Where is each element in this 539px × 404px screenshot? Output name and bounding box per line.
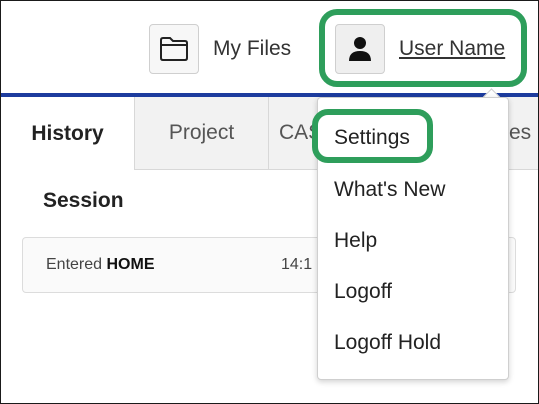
- menu-item-whats-new[interactable]: What's New: [334, 178, 445, 202]
- app-frame: My Files User Name History Project CAS e…: [0, 0, 539, 404]
- menu-item-logoff-hold[interactable]: Logoff Hold: [334, 331, 441, 355]
- my-files-button[interactable]: My Files: [149, 23, 291, 75]
- tab-history[interactable]: History: [1, 97, 135, 170]
- my-files-label: My Files: [213, 37, 292, 60]
- history-entry: Entered HOME: [46, 256, 155, 274]
- user-name-highlight: [319, 9, 527, 87]
- settings-highlight: [312, 109, 433, 163]
- entry-time: 14:1: [281, 256, 313, 273]
- entry-prefix: Entered: [46, 256, 103, 273]
- top-header: My Files User Name: [1, 1, 538, 93]
- entry-target: HOME: [106, 256, 155, 273]
- menu-item-help[interactable]: Help: [334, 229, 377, 253]
- folder-icon: [149, 24, 199, 74]
- tab-project[interactable]: Project: [135, 97, 269, 169]
- section-title: Session: [43, 189, 124, 212]
- menu-item-logoff[interactable]: Logoff: [334, 280, 392, 304]
